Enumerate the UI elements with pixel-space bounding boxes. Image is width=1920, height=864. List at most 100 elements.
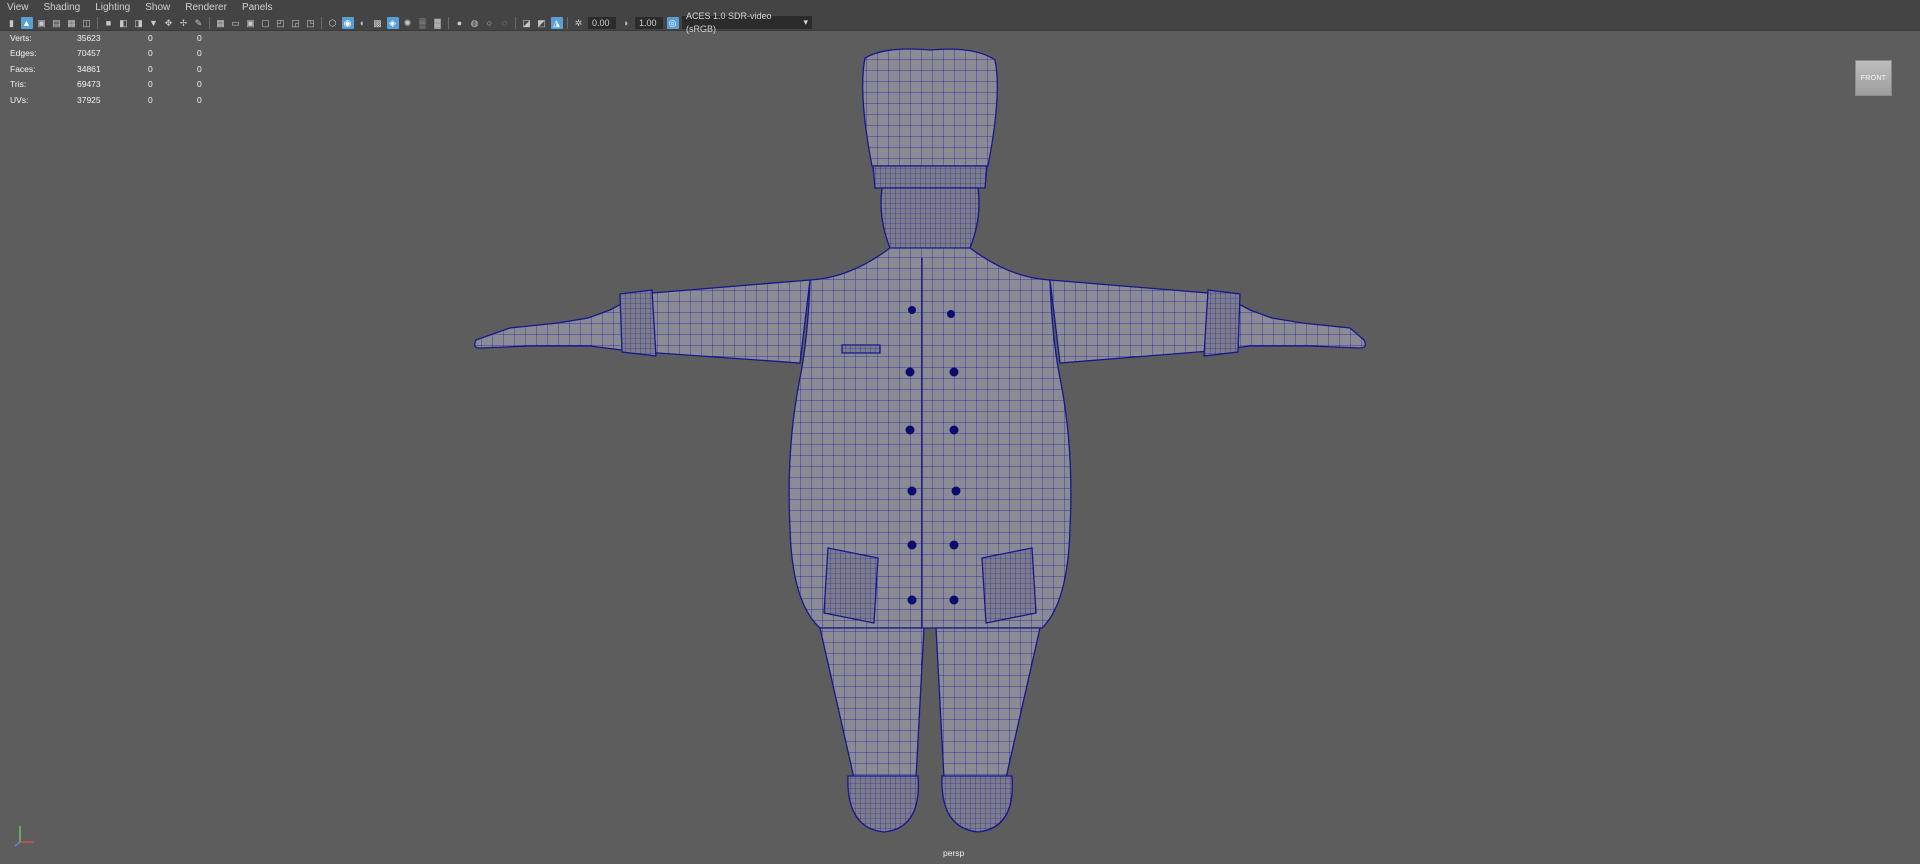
gate-mask-icon[interactable]: ▢: [260, 17, 272, 29]
jacket-button: [951, 486, 961, 496]
left-cuff: [619, 289, 657, 357]
hud-components: 0: [197, 32, 202, 43]
hud-row-verts: Verts: 35623 0 0: [10, 30, 202, 46]
menu-panels[interactable]: Panels: [235, 0, 281, 15]
hud-components: 0: [197, 79, 202, 90]
jacket-button: [949, 540, 959, 550]
jacket-button: [907, 540, 917, 550]
hud-selected: 0: [148, 63, 153, 74]
wireframe-on-shaded-icon[interactable]: ◈: [386, 16, 399, 29]
toolbar-separator: [321, 16, 322, 29]
jacket-button: [907, 595, 917, 605]
jacket-button: [947, 310, 955, 318]
safe-action-icon[interactable]: ◲: [290, 17, 302, 29]
right-pocket: [981, 547, 1037, 624]
anti-alias-icon[interactable]: ◍: [469, 17, 481, 29]
hud-value: 70457: [77, 48, 101, 59]
chef-character-model[interactable]: [470, 48, 1370, 838]
left-shoe: [847, 775, 920, 833]
isolate-icon[interactable]: ◪: [521, 17, 533, 29]
hud-selected: 0: [148, 48, 153, 59]
color-management-icon[interactable]: ◎: [666, 16, 679, 29]
default-material-icon[interactable]: ◐: [357, 17, 369, 29]
chevron-down-icon: ▾: [803, 17, 808, 27]
hud-value: 69473: [77, 79, 101, 90]
grease-pencil-icon[interactable]: ✎: [193, 17, 205, 29]
color-space-label: ACES 1.0 SDR-video (sRGB): [686, 10, 772, 34]
toolbar-separator: [97, 16, 98, 29]
hud-label: UVs:: [10, 94, 29, 105]
hud-components: 0: [197, 48, 202, 59]
hud-label: Faces:: [10, 63, 36, 74]
jacket-button: [905, 367, 915, 377]
image-plane-icon[interactable]: ◨: [133, 17, 145, 29]
hud-value: 37925: [77, 94, 101, 105]
chef-hat: [862, 48, 998, 167]
hud-selected: 0: [148, 94, 153, 105]
camera-name-label: persp: [943, 848, 965, 858]
safe-title-icon[interactable]: ◳: [305, 17, 317, 29]
gamma-field[interactable]: 1.00: [635, 16, 663, 29]
exposure-field[interactable]: 0.00: [588, 16, 616, 29]
right-cuff: [1203, 289, 1241, 357]
pan-zoom-icon[interactable]: ✢: [178, 17, 190, 29]
xray-joints-icon[interactable]: ◩: [536, 17, 548, 29]
viewcube-face-label: FRONT: [1860, 74, 1887, 82]
hud-value: 34861: [77, 63, 101, 74]
hud-selected: 0: [148, 32, 153, 43]
left-pocket: [823, 547, 879, 624]
grid-toggle-icon[interactable]: ▦: [215, 17, 227, 29]
field-chart-icon[interactable]: ◰: [275, 17, 287, 29]
hud-label: Verts:: [10, 32, 32, 43]
smooth-shade-icon[interactable]: ◉: [341, 16, 354, 29]
move-icon[interactable]: ✥: [163, 17, 175, 29]
toolbar-separator: [448, 16, 449, 29]
shadow-icon[interactable]: ▒: [417, 17, 429, 29]
hud-row-uvs: UVs: 37925 0 0: [10, 92, 202, 108]
paint-icon[interactable]: ▤: [51, 17, 63, 29]
xray-active-icon[interactable]: ◮: [550, 16, 563, 29]
select-icon[interactable]: ▲: [20, 16, 33, 29]
wireframe-icon[interactable]: ⬡: [327, 17, 339, 29]
left-leg: [819, 627, 925, 779]
resolution-gate-icon[interactable]: ▣: [245, 17, 257, 29]
gamma-icon[interactable]: ◑: [620, 17, 632, 29]
hud-value: 35623: [77, 32, 101, 43]
xray-icon[interactable]: ◌: [499, 17, 511, 29]
bookmark-icon[interactable]: ▼: [148, 17, 160, 29]
depth-of-field-icon[interactable]: ○: [484, 17, 496, 29]
jacket-button: [949, 595, 959, 605]
jacket-button: [907, 486, 917, 496]
panel-toolbar: ▮ ▲ ▣ ▤ ▦ ◫ ■ ◧ ◨ ▼ ✥ ✢ ✎ ▦ ▭ ▣ ▢ ◰ ◲ ◳ …: [0, 11, 1920, 34]
jacket-button: [908, 306, 916, 314]
grid-icon[interactable]: ▦: [66, 17, 78, 29]
hud-row-edges: Edges: 70457 0 0: [10, 46, 202, 62]
texture-icon[interactable]: ▩: [372, 17, 384, 29]
jacket-button: [905, 425, 915, 435]
viewcube[interactable]: FRONT: [1855, 60, 1892, 96]
lasso-icon[interactable]: ▣: [36, 17, 48, 29]
axis-gizmo-icon: [14, 826, 34, 847]
menu-lighting[interactable]: Lighting: [88, 0, 138, 15]
motion-blur-icon[interactable]: ●: [454, 17, 466, 29]
light-icon[interactable]: ✺: [402, 17, 414, 29]
ambient-occlusion-icon[interactable]: ▓: [432, 17, 444, 29]
hat-band: [872, 165, 988, 189]
chest-pocket: [841, 344, 881, 354]
hud-label: Tris:: [10, 79, 27, 90]
exposure-icon[interactable]: ✲: [573, 17, 585, 29]
menu-view[interactable]: View: [0, 0, 37, 15]
film-gate-toggle-icon[interactable]: ▭: [230, 17, 242, 29]
camera-icon[interactable]: ■: [103, 17, 115, 29]
menu-show[interactable]: Show: [138, 0, 178, 15]
right-leg: [935, 627, 1041, 779]
hud-components: 0: [197, 94, 202, 105]
color-space-dropdown[interactable]: ACES 1.0 SDR-video (sRGB) ▾: [682, 11, 812, 34]
menu-renderer[interactable]: Renderer: [178, 0, 235, 15]
film-gate-icon[interactable]: ◫: [81, 17, 93, 29]
menu-shading[interactable]: Shading: [37, 0, 89, 15]
camera-attributes-icon[interactable]: ◧: [118, 17, 130, 29]
panel-menu-bar: View Shading Lighting Show Renderer Pane…: [0, 0, 1920, 15]
hud-row-faces: Faces: 34861 0 0: [10, 61, 202, 77]
select-camera-icon[interactable]: ▮: [6, 17, 18, 29]
